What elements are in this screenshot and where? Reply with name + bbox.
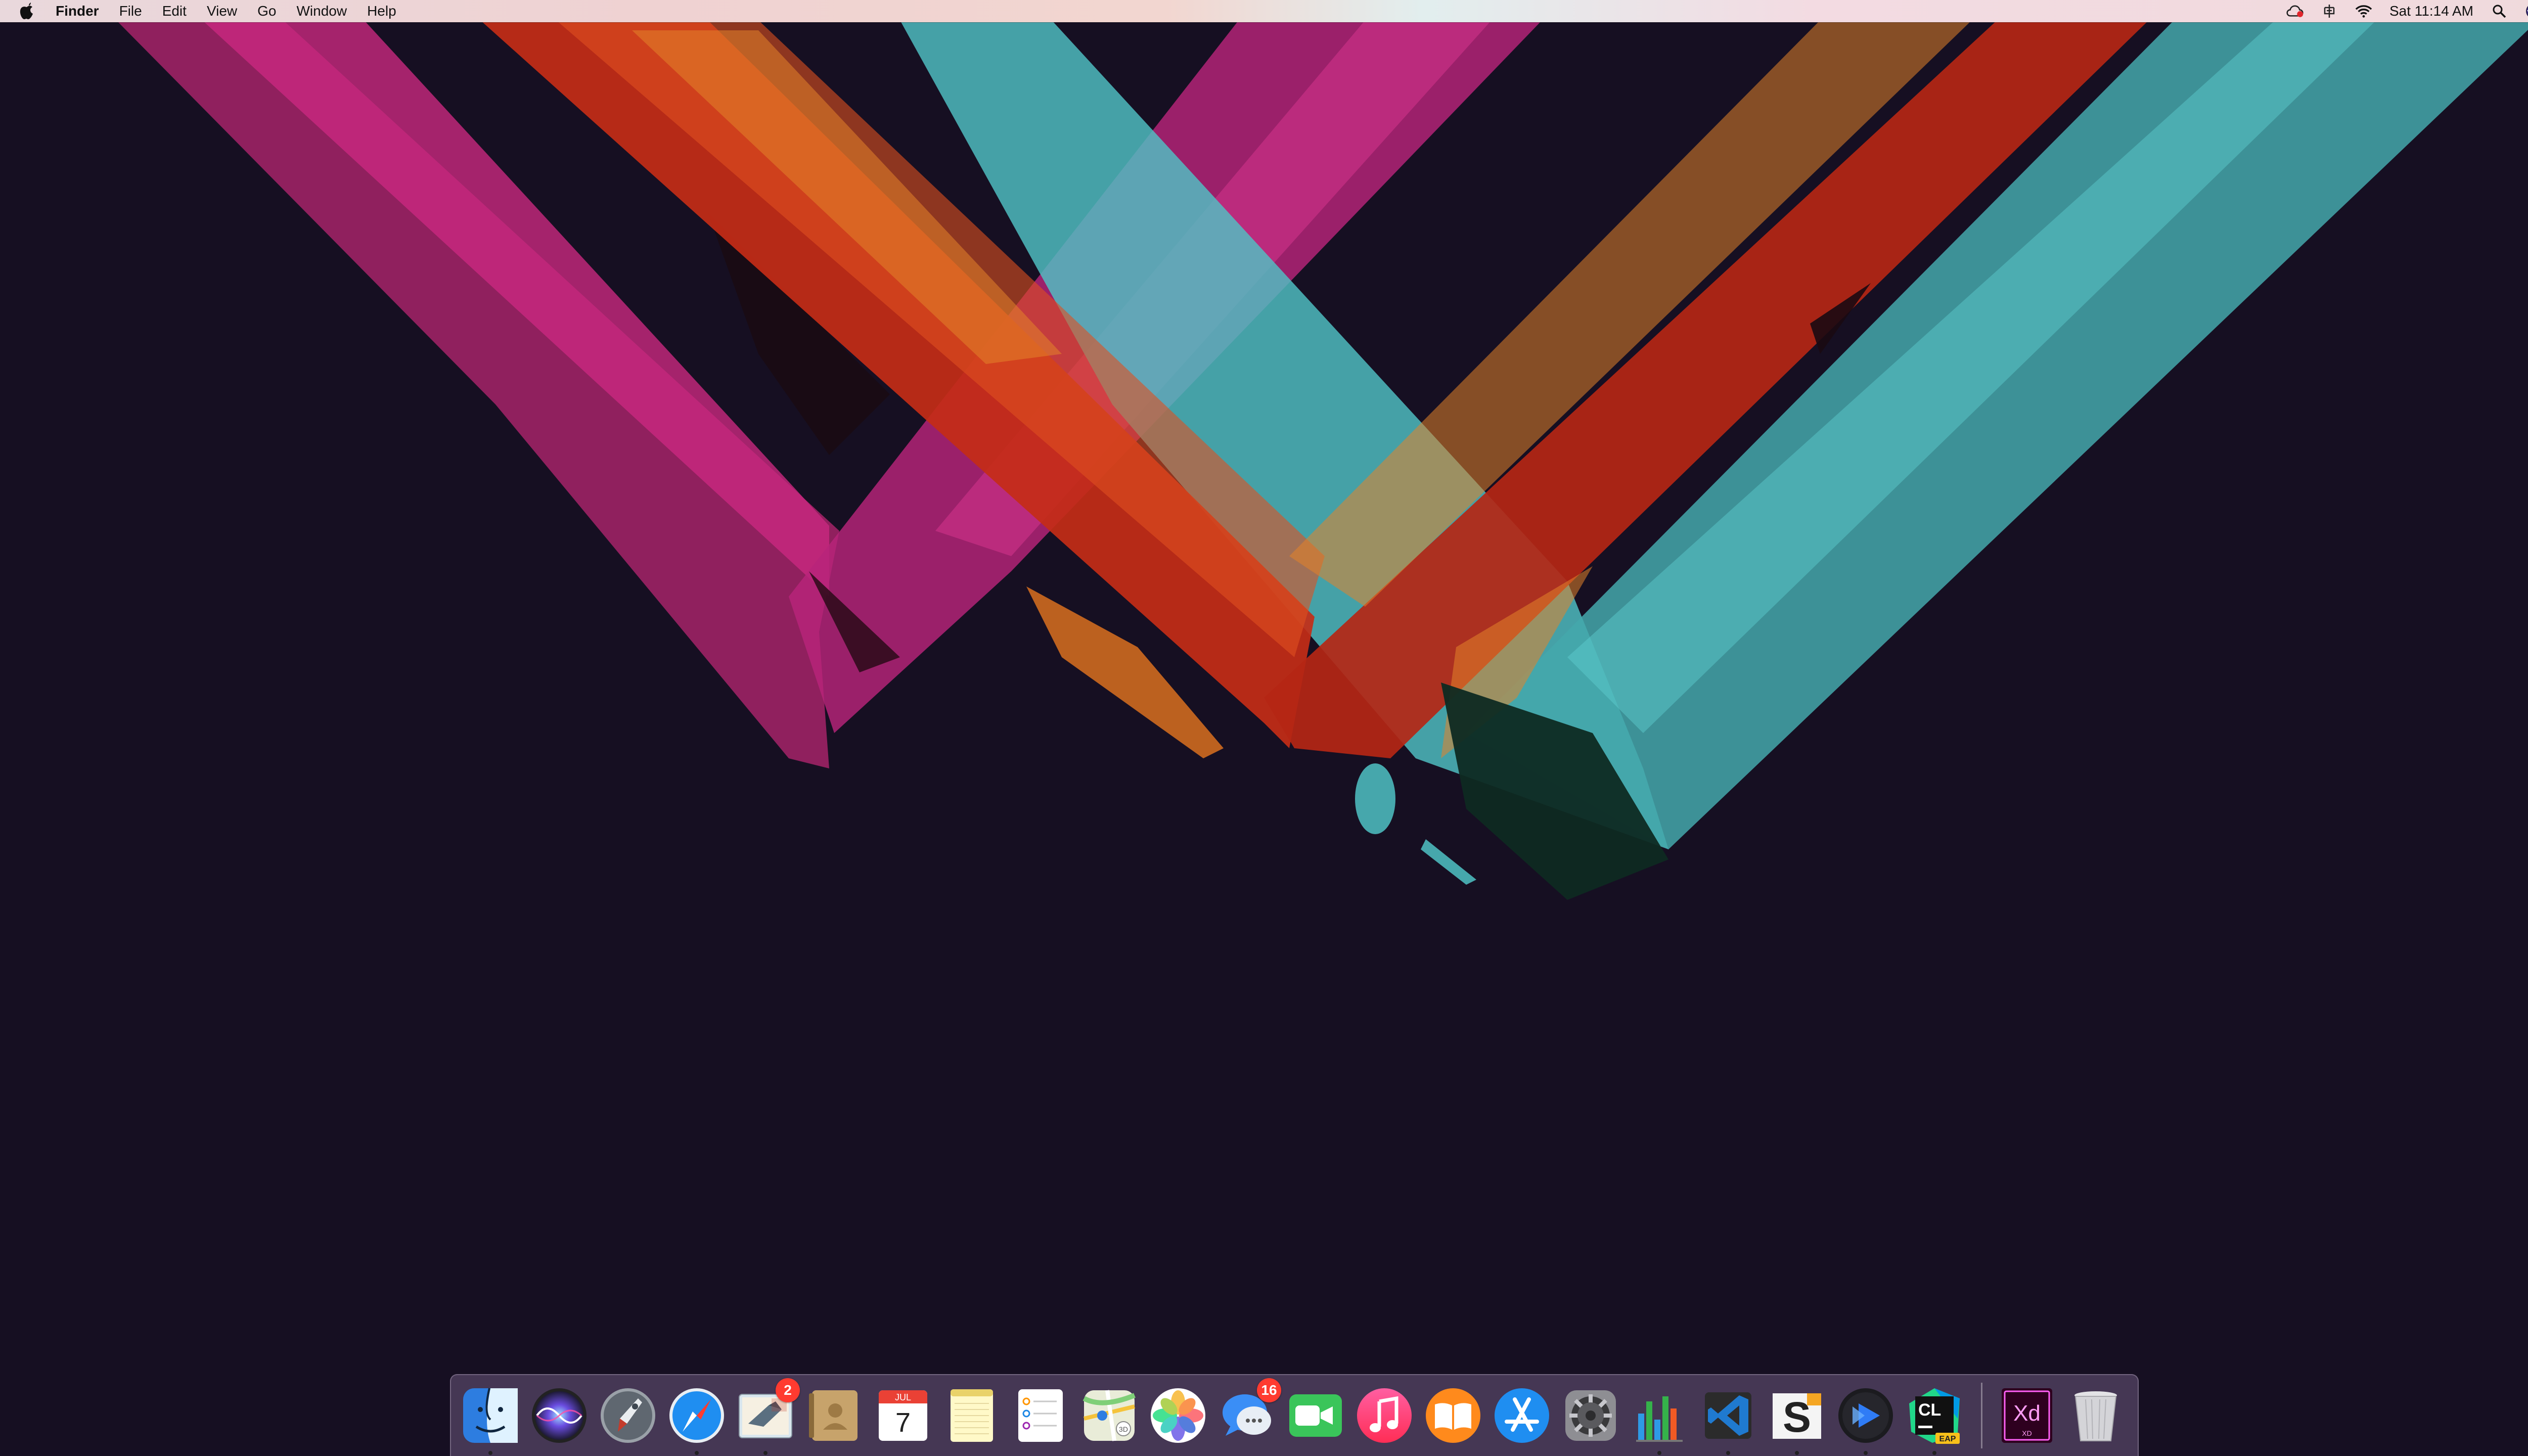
trash-icon xyxy=(2074,1391,2117,1441)
dock-item-sketch[interactable]: S xyxy=(1765,1383,1829,1455)
calendar-icon: JUL 7 xyxy=(879,1390,927,1441)
running-indicator xyxy=(1864,1451,1868,1455)
quicktime-icon xyxy=(1838,1388,1893,1443)
dock-item-app-store[interactable] xyxy=(1489,1383,1554,1448)
desktop-wallpaper xyxy=(0,0,2528,1456)
menu-app-name[interactable]: Finder xyxy=(46,0,109,22)
running-indicator xyxy=(695,1451,699,1455)
siri-icon xyxy=(532,1388,586,1443)
dock-item-maps[interactable]: 3D xyxy=(1077,1383,1142,1448)
clion-icon: CL EAP xyxy=(1909,1388,1960,1444)
dock-item-quicktime[interactable] xyxy=(1833,1383,1898,1455)
notification-badge: 16 xyxy=(1257,1378,1281,1402)
dock-item-adobe-xd[interactable]: Xd XD xyxy=(1995,1383,2059,1448)
menu-bar-right: Sat 11:14 AM xyxy=(2286,0,2528,22)
siri-icon[interactable] xyxy=(2525,3,2528,20)
dock-item-trash[interactable] xyxy=(2063,1383,2128,1448)
maps-icon: 3D xyxy=(1082,1390,1136,1441)
svg-text:S: S xyxy=(1783,1393,1811,1441)
menu-bar-left: Finder File Edit View Go Window Help xyxy=(0,0,407,22)
contacts-icon xyxy=(809,1390,857,1441)
dock-item-safari[interactable] xyxy=(664,1383,729,1455)
apple-logo-icon[interactable] xyxy=(15,0,37,22)
dock-item-messages[interactable]: 16 xyxy=(1214,1378,1281,1448)
menu-go[interactable]: Go xyxy=(247,0,286,22)
vscode-icon xyxy=(1705,1392,1751,1439)
dock-item-photos[interactable] xyxy=(1146,1383,1210,1448)
safari-icon xyxy=(669,1388,724,1443)
vpn-icon[interactable] xyxy=(2321,3,2338,20)
notification-badge: 2 xyxy=(776,1378,800,1402)
dock-item-reminders[interactable] xyxy=(1008,1383,1073,1448)
dock-item-clion[interactable]: CL EAP xyxy=(1902,1383,1967,1455)
dock: 2 JUL 7 3D 16 S CL EAP Xd XD xyxy=(450,1374,2139,1456)
menu-bar: Finder File Edit View Go Window Help Sat… xyxy=(0,0,2528,22)
menu-bar-clock[interactable]: Sat 11:14 AM xyxy=(2389,3,2473,19)
running-indicator xyxy=(763,1451,768,1455)
running-indicator xyxy=(488,1451,492,1455)
dock-item-itunes[interactable] xyxy=(1352,1383,1417,1448)
running-indicator xyxy=(1657,1451,1661,1455)
clion-tag: EAP xyxy=(1939,1435,1956,1443)
dock-item-calendar[interactable]: JUL 7 xyxy=(871,1383,935,1448)
dock-item-facetime[interactable] xyxy=(1283,1383,1348,1448)
dock-item-numbers[interactable] xyxy=(1627,1383,1692,1455)
notes-icon xyxy=(951,1389,993,1442)
dock-item-launchpad[interactable] xyxy=(596,1383,660,1448)
dock-item-system-preferences[interactable] xyxy=(1558,1383,1623,1448)
dock-item-siri[interactable] xyxy=(527,1383,592,1448)
dock-item-finder[interactable] xyxy=(458,1383,523,1455)
numbers-icon xyxy=(1636,1396,1683,1442)
dock-separator xyxy=(1981,1383,1982,1448)
finder-icon xyxy=(463,1388,518,1443)
wifi-icon[interactable] xyxy=(2355,3,2372,20)
system-preferences-icon xyxy=(1565,1390,1616,1441)
menu-view[interactable]: View xyxy=(197,0,247,22)
launchpad-icon xyxy=(601,1388,655,1443)
menu-edit[interactable]: Edit xyxy=(152,0,197,22)
xd-sublabel: XD xyxy=(2022,1429,2032,1437)
itunes-icon xyxy=(1357,1388,1412,1443)
menu-window[interactable]: Window xyxy=(286,0,357,22)
calendar-month: JUL xyxy=(895,1392,911,1402)
dock-item-ibooks[interactable] xyxy=(1421,1383,1485,1448)
adobe-xd-icon: Xd XD xyxy=(2002,1388,2052,1443)
dock-item-notes[interactable] xyxy=(939,1383,1004,1448)
dock-item-contacts[interactable] xyxy=(802,1383,867,1448)
running-indicator xyxy=(1726,1451,1730,1455)
menu-file[interactable]: File xyxy=(109,0,152,22)
creative-cloud-icon[interactable] xyxy=(2286,3,2304,20)
dock-item-mail[interactable]: 2 xyxy=(733,1378,800,1455)
calendar-day: 7 xyxy=(895,1407,911,1438)
ibooks-icon xyxy=(1426,1388,1480,1443)
spotlight-icon[interactable] xyxy=(2491,3,2508,20)
menu-help[interactable]: Help xyxy=(357,0,407,22)
xd-label: Xd xyxy=(2013,1401,2041,1426)
reminders-icon xyxy=(1018,1389,1063,1442)
clion-label: CL xyxy=(1918,1400,1941,1420)
dock-item-vscode[interactable] xyxy=(1696,1383,1760,1455)
running-indicator xyxy=(1795,1451,1799,1455)
svg-text:3D: 3D xyxy=(1119,1425,1128,1433)
facetime-icon xyxy=(1289,1394,1342,1437)
running-indicator xyxy=(1932,1451,1936,1455)
sketch-icon: S xyxy=(1773,1393,1821,1441)
photos-icon xyxy=(1151,1388,1205,1443)
app-store-icon xyxy=(1495,1388,1549,1443)
